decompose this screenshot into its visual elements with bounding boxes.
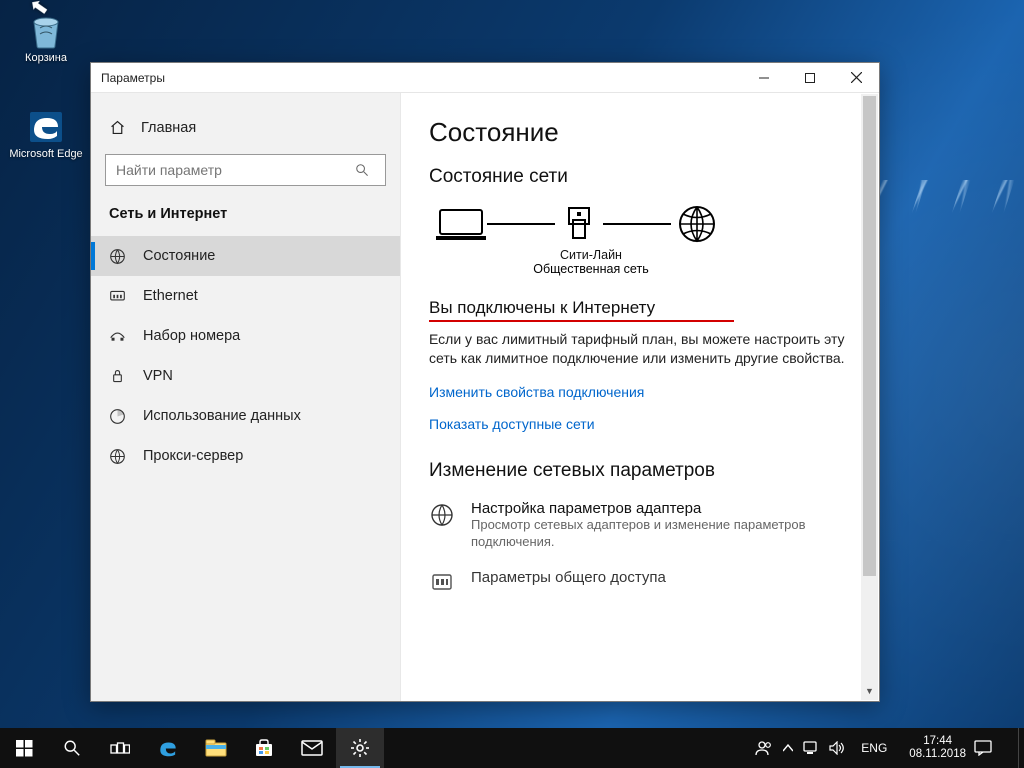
router-icon bbox=[555, 204, 603, 244]
network-tray-icon[interactable] bbox=[803, 741, 819, 755]
setting-title: Параметры общего доступа bbox=[471, 569, 666, 586]
setting-adapter-options[interactable]: Настройка параметров адаптера Просмотр с… bbox=[429, 500, 851, 551]
connected-desc: Если у вас лимитный тарифный план, вы мо… bbox=[429, 330, 849, 368]
change-params-heading: Изменение сетевых параметров bbox=[429, 460, 851, 482]
close-button[interactable] bbox=[833, 63, 879, 93]
ethernet-icon bbox=[109, 289, 127, 304]
minimize-button[interactable] bbox=[741, 63, 787, 93]
show-desktop-peek[interactable] bbox=[1018, 728, 1024, 768]
network-name: Сити-Лайн bbox=[441, 248, 741, 262]
network-labels: Сити-Лайн Общественная сеть bbox=[441, 248, 741, 276]
desktop-icon-label: Microsoft Edge bbox=[9, 148, 82, 160]
task-view-button[interactable] bbox=[96, 728, 144, 768]
home-icon bbox=[109, 119, 127, 136]
network-status-heading: Состояние сети bbox=[429, 166, 851, 188]
adapter-icon bbox=[429, 500, 457, 551]
dialup-icon bbox=[109, 329, 127, 343]
taskbar-app-mail[interactable] bbox=[288, 728, 336, 768]
taskbar-search-button[interactable] bbox=[48, 728, 96, 768]
annotation-underline bbox=[429, 320, 734, 322]
device-icon bbox=[435, 204, 487, 244]
sidebar-item-label: Использование данных bbox=[143, 408, 301, 424]
proxy-icon bbox=[109, 448, 127, 465]
start-button[interactable] bbox=[0, 728, 48, 768]
sidebar-item-vpn[interactable]: VPN bbox=[91, 356, 400, 396]
system-tray[interactable]: ENG bbox=[747, 728, 901, 768]
clock-time: 17:44 bbox=[909, 735, 966, 748]
sidebar-item-label: Ethernet bbox=[143, 288, 198, 304]
taskbar: ENG 17:44 08.11.2018 bbox=[0, 728, 1024, 768]
page-heading: Состояние bbox=[429, 117, 851, 148]
home-button[interactable]: Главная bbox=[91, 119, 400, 154]
titlebar[interactable]: Параметры bbox=[91, 63, 879, 93]
sidebar-item-ethernet[interactable]: Ethernet bbox=[91, 276, 400, 316]
network-diagram bbox=[435, 204, 851, 244]
home-label: Главная bbox=[141, 120, 196, 136]
volume-tray-icon[interactable] bbox=[829, 741, 845, 755]
sidebar-item-label: Прокси-сервер bbox=[143, 448, 243, 464]
people-icon[interactable] bbox=[755, 740, 773, 756]
recycle-bin-icon bbox=[25, 10, 67, 50]
taskbar-app-explorer[interactable] bbox=[192, 728, 240, 768]
setting-title: Настройка параметров адаптера bbox=[471, 500, 851, 517]
tray-chevron-up-icon[interactable] bbox=[783, 744, 793, 752]
network-type: Общественная сеть bbox=[441, 262, 741, 276]
vertical-scrollbar[interactable]: ▲ ▼ bbox=[861, 94, 878, 700]
scrollbar-thumb[interactable] bbox=[863, 96, 876, 576]
clock-date: 08.11.2018 bbox=[909, 748, 966, 761]
link-change-properties[interactable]: Изменить свойства подключения bbox=[429, 384, 851, 400]
taskbar-app-store[interactable] bbox=[240, 728, 288, 768]
sidebar-item-dialup[interactable]: Набор номера bbox=[91, 316, 400, 356]
taskbar-app-settings[interactable] bbox=[336, 728, 384, 768]
sidebar-nav: Состояние Ethernet Набор номера VPN Испо… bbox=[91, 236, 400, 476]
action-center-button[interactable] bbox=[974, 740, 1018, 756]
taskbar-app-edge[interactable] bbox=[144, 728, 192, 768]
desktop-icon-edge[interactable]: Microsoft Edge bbox=[6, 102, 86, 170]
vpn-icon bbox=[109, 368, 127, 385]
taskbar-right: ENG 17:44 08.11.2018 bbox=[747, 728, 1024, 768]
maximize-button[interactable] bbox=[787, 63, 833, 93]
setting-desc: Просмотр сетевых адаптеров и изменение п… bbox=[471, 517, 851, 551]
wire bbox=[603, 223, 671, 225]
desktop-icons: Корзина Microsoft Edge bbox=[6, 6, 86, 170]
datausage-icon bbox=[109, 408, 127, 425]
window-body: Главная Сеть и Интернет Состояние Ethern… bbox=[91, 93, 879, 701]
sidebar-item-proxy[interactable]: Прокси-сервер bbox=[91, 436, 400, 476]
setting-sharing-options[interactable]: Параметры общего доступа bbox=[429, 569, 851, 597]
taskbar-clock[interactable]: 17:44 08.11.2018 bbox=[901, 735, 974, 761]
wire bbox=[487, 223, 555, 225]
search-box[interactable] bbox=[105, 154, 386, 186]
scrollbar-down[interactable]: ▼ bbox=[861, 683, 878, 700]
language-indicator[interactable]: ENG bbox=[855, 741, 893, 755]
sidebar-item-label: Состояние bbox=[143, 248, 215, 264]
status-icon bbox=[109, 248, 127, 265]
sidebar-section-title: Сеть и Интернет bbox=[91, 206, 400, 236]
search-icon bbox=[355, 163, 385, 177]
desktop-icon-label: Корзина bbox=[25, 52, 67, 64]
link-show-networks[interactable]: Показать доступные сети bbox=[429, 416, 851, 432]
taskbar-left bbox=[0, 728, 384, 768]
globe-icon bbox=[671, 204, 723, 244]
connected-heading: Вы подключены к Интернету bbox=[429, 298, 851, 318]
settings-window: Параметры Главная bbox=[90, 62, 880, 702]
window-title: Параметры bbox=[91, 71, 741, 85]
sidebar-item-status[interactable]: Состояние bbox=[91, 236, 400, 276]
desktop-icon-recycle-bin[interactable]: Корзина bbox=[6, 6, 86, 74]
sidebar-item-label: Набор номера bbox=[143, 328, 240, 344]
content-pane: Состояние Состояние сети Сити-Лайн Общес… bbox=[401, 93, 879, 701]
sidebar: Главная Сеть и Интернет Состояние Ethern… bbox=[91, 93, 401, 701]
sidebar-item-datausage[interactable]: Использование данных bbox=[91, 396, 400, 436]
window-controls bbox=[741, 63, 879, 93]
search-input[interactable] bbox=[106, 162, 355, 178]
sidebar-item-label: VPN bbox=[143, 368, 173, 384]
sharing-icon bbox=[429, 569, 457, 597]
edge-icon bbox=[25, 106, 67, 146]
